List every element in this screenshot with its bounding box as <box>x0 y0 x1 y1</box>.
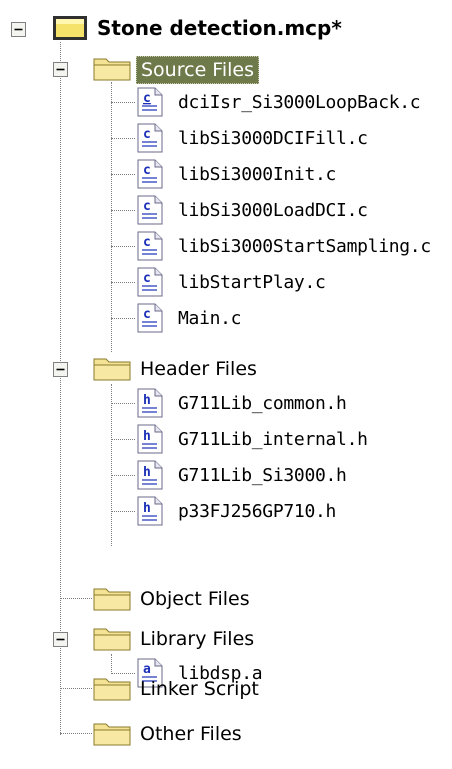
tree-file-item[interactable]: c Main.c <box>0 300 452 336</box>
collapse-toggle-icon[interactable] <box>53 362 69 378</box>
tree-file-item[interactable]: h G711Lib_common.h <box>0 385 452 421</box>
folder-icon <box>93 628 131 651</box>
file-label: G711Lib_common.h <box>178 393 347 414</box>
project-name-label: Stone detection.mcp* <box>97 16 342 40</box>
file-label: Main.c <box>178 308 242 329</box>
tree-node-project[interactable]: Stone detection.mcp* <box>0 12 400 48</box>
svg-text:h: h <box>143 429 151 444</box>
svg-text:c: c <box>143 235 151 250</box>
group-label: Object Files <box>140 588 250 610</box>
c-source-file-icon: c <box>137 87 163 117</box>
group-label: Linker Script <box>140 678 259 700</box>
file-label: dciIsr_Si3000LoopBack.c <box>178 92 421 113</box>
group-label: Header Files <box>140 358 257 380</box>
c-source-file-icon: c <box>137 231 163 261</box>
file-label: libSi3000Init.c <box>178 164 337 185</box>
tree-group-linker-script[interactable]: Linker Script <box>0 670 400 706</box>
tree-group-header-files[interactable]: Header Files <box>0 350 400 386</box>
group-label: Library Files <box>140 628 255 650</box>
tree-group-library-files[interactable]: Library Files <box>0 620 400 656</box>
file-label: G711Lib_internal.h <box>178 429 368 450</box>
group-label: Source Files <box>136 56 259 84</box>
tree-file-item[interactable]: h G711Lib_Si3000.h <box>0 457 452 493</box>
file-label: libSi3000DCIFill.c <box>178 128 368 149</box>
tree-file-item[interactable]: c libSi3000LoadDCI.c <box>0 192 452 228</box>
file-label: libStartPlay.c <box>178 272 326 293</box>
h-header-file-icon: h <box>137 460 163 490</box>
tree-group-other-files[interactable]: Other Files <box>0 715 400 751</box>
svg-text:c: c <box>143 307 151 322</box>
file-label: p33FJ256GP710.h <box>178 501 337 522</box>
svg-text:c: c <box>143 127 151 142</box>
c-source-file-icon: c <box>137 267 163 297</box>
svg-text:c: c <box>143 199 151 214</box>
file-label: libSi3000StartSampling.c <box>178 236 431 257</box>
tree-file-item[interactable]: h G711Lib_internal.h <box>0 421 452 457</box>
group-label: Other Files <box>140 723 242 745</box>
h-header-file-icon: h <box>137 496 163 526</box>
project-tree: Stone detection.mcp* Source Files c dciI… <box>0 0 452 769</box>
tree-file-item[interactable]: c libSi3000Init.c <box>0 156 452 192</box>
c-source-file-icon: c <box>137 159 163 189</box>
folder-icon <box>93 723 131 746</box>
tree-file-item[interactable]: c libSi3000DCIFill.c <box>0 120 452 156</box>
tree-file-item[interactable]: h p33FJ256GP710.h <box>0 493 452 529</box>
file-label: G711Lib_Si3000.h <box>178 465 347 486</box>
svg-text:h: h <box>143 465 151 480</box>
file-label: libSi3000LoadDCI.c <box>178 200 368 221</box>
folder-icon <box>93 678 131 701</box>
collapse-toggle-icon[interactable] <box>53 62 69 78</box>
collapse-toggle-icon[interactable] <box>11 22 27 38</box>
svg-text:h: h <box>143 501 151 516</box>
tree-file-item[interactable]: c dciIsr_Si3000LoopBack.c <box>0 84 452 120</box>
c-source-file-icon: c <box>137 195 163 225</box>
folder-icon <box>93 358 131 381</box>
folder-icon <box>93 588 131 611</box>
c-source-file-icon: c <box>137 123 163 153</box>
folder-icon <box>93 58 131 81</box>
svg-text:c: c <box>143 91 151 106</box>
tree-file-item[interactable]: c libSi3000StartSampling.c <box>0 228 452 264</box>
collapse-toggle-icon[interactable] <box>53 632 69 648</box>
tree-file-item[interactable]: c libStartPlay.c <box>0 264 452 300</box>
tree-group-object-files[interactable]: Object Files <box>0 580 400 616</box>
project-workspace-icon <box>53 16 87 40</box>
h-header-file-icon: h <box>137 388 163 418</box>
svg-text:c: c <box>143 271 151 286</box>
c-source-file-icon: c <box>137 303 163 333</box>
h-header-file-icon: h <box>137 424 163 454</box>
tree-group-source-files[interactable]: Source Files <box>0 50 400 86</box>
svg-text:h: h <box>143 393 151 408</box>
svg-text:c: c <box>143 163 151 178</box>
